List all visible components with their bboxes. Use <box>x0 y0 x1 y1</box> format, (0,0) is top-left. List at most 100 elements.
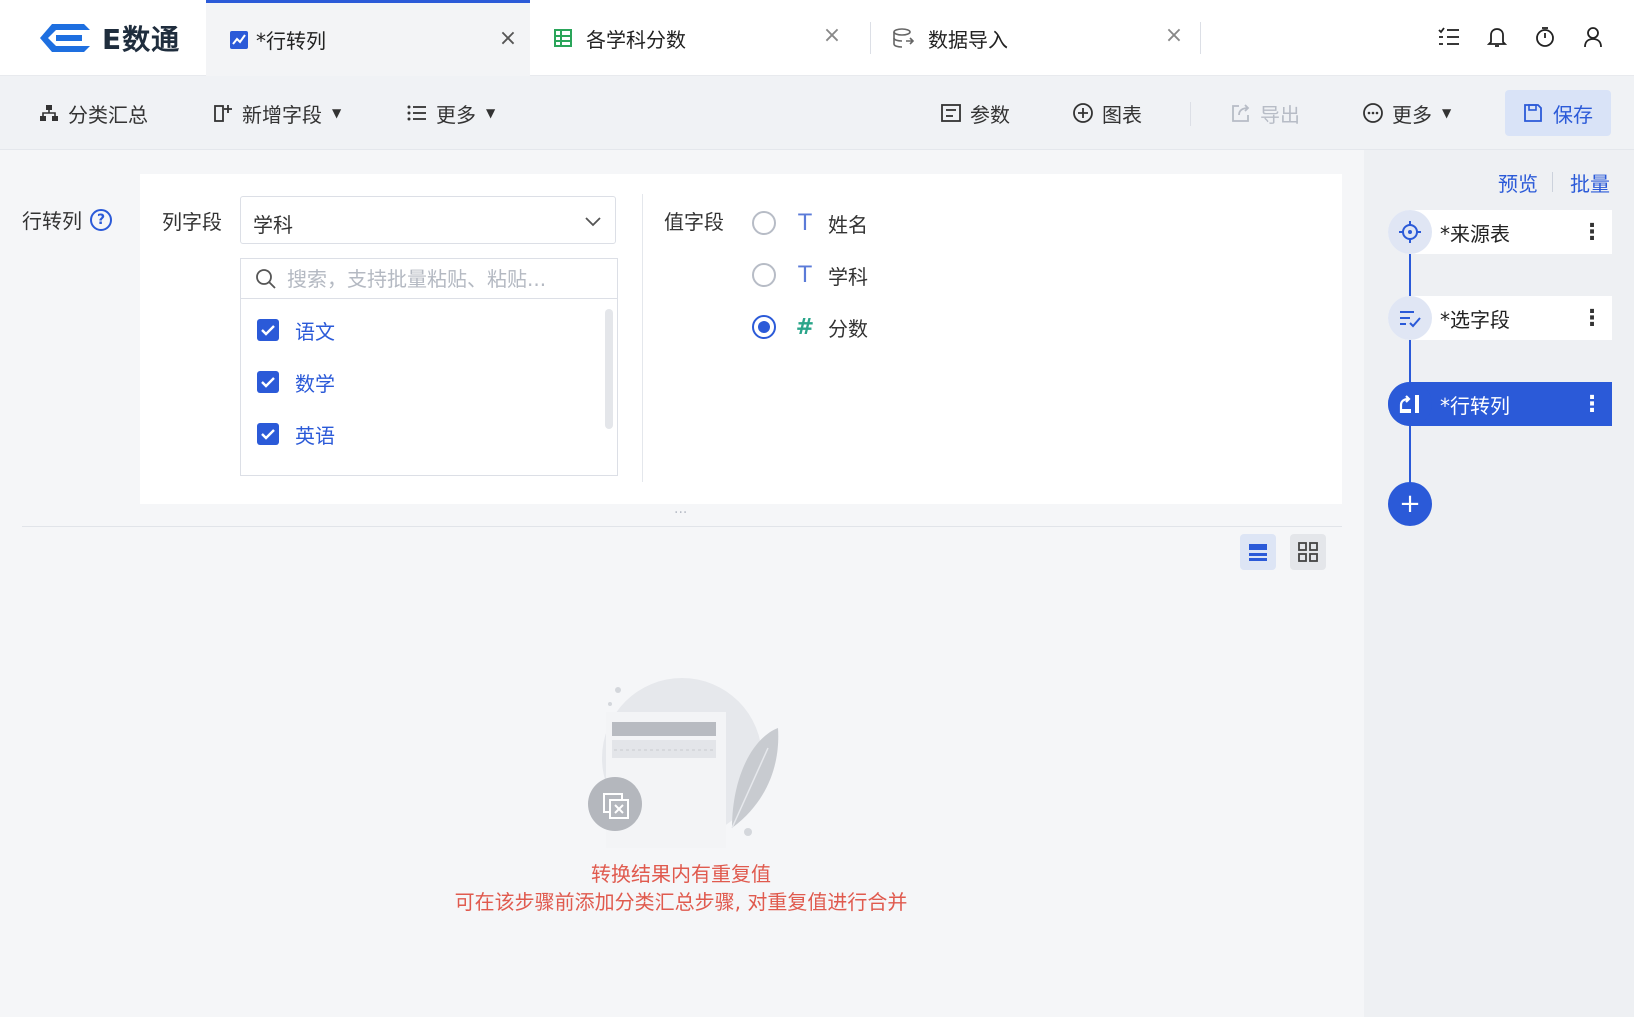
pivot-icon <box>1388 382 1432 426</box>
more-vertical-icon[interactable]: ⋮ <box>1580 220 1604 245</box>
radio-button[interactable] <box>752 211 776 235</box>
logo-text: E数通 <box>102 23 181 56</box>
empty-state-line-2: 可在该步骤前添加分类汇总步骤, 对重复值进行合并 <box>454 890 908 914</box>
column-values-dropdown: 语文 数学 英语 <box>240 258 618 476</box>
grid-view-button[interactable] <box>1290 534 1326 570</box>
chart-label: 图表 <box>1102 102 1142 127</box>
timer-icon[interactable] <box>1532 24 1558 50</box>
toolbar-divider <box>1190 102 1191 126</box>
step-title: 行转列 ? <box>22 205 112 234</box>
group-summary-label: 分类汇总 <box>68 102 148 127</box>
value-field-option[interactable]: T 学科 <box>752 260 868 290</box>
checkbox-checked-icon[interactable] <box>257 371 279 393</box>
step-select-fields[interactable]: *选字段 ⋮ <box>1388 296 1612 340</box>
value-search <box>241 259 617 299</box>
app-logo[interactable]: E数通 <box>34 18 194 58</box>
option-label: 语文 <box>295 319 335 344</box>
text-type-icon: T <box>798 262 812 288</box>
scrollbar[interactable] <box>605 309 613 429</box>
tab-divider <box>870 22 871 54</box>
toolbar: 分类汇总 新增字段 ▼ 更多 ▼ 参数 图表 导出 更多 ▼ 保存 <box>0 76 1634 150</box>
checkbox-checked-icon[interactable] <box>257 423 279 445</box>
preview-link[interactable]: 预览 <box>1498 168 1538 197</box>
tab-divider <box>1200 22 1201 54</box>
panel-splitter[interactable] <box>22 526 1342 527</box>
value-field-name: 学科 <box>828 264 868 289</box>
empty-data-illustration <box>588 678 779 848</box>
table-icon <box>552 27 574 49</box>
column-field-label: 列字段 <box>162 210 222 234</box>
hierarchy-icon <box>38 102 60 124</box>
checkbox-checked-icon[interactable] <box>257 319 279 341</box>
tab-data-import[interactable]: 数据导入 × <box>872 0 1196 76</box>
radio-button[interactable] <box>752 263 776 287</box>
save-button[interactable]: 保存 <box>1505 90 1611 136</box>
value-field-label: 值字段 <box>664 210 724 234</box>
top-bar: E数通 *行转列 × 各学科分数 × 数据导入 × <box>0 0 1634 76</box>
export-icon <box>1230 102 1252 124</box>
line-chart-icon <box>228 29 250 51</box>
crosshair-icon <box>1388 210 1432 254</box>
caret-down-icon: ▼ <box>332 106 342 120</box>
batch-link[interactable]: 批量 <box>1570 168 1610 197</box>
group-summary-button[interactable]: 分类汇总 <box>38 97 148 129</box>
tab-subject-scores[interactable]: 各学科分数 × <box>530 0 854 76</box>
add-step-button[interactable]: + <box>1388 482 1432 526</box>
panel-divider <box>642 194 643 482</box>
more-vertical-icon[interactable]: ⋮ <box>1580 306 1604 331</box>
column-field-select[interactable]: 学科 <box>240 196 616 244</box>
step-row-to-column[interactable]: *行转列 ⋮ <box>1388 382 1612 426</box>
user-icon[interactable] <box>1580 24 1606 50</box>
task-list-icon[interactable] <box>1436 24 1462 50</box>
more-menu-left[interactable]: 更多 ▼ <box>406 97 495 129</box>
resize-handle[interactable]: ··· <box>674 505 687 521</box>
select-fields-icon <box>1388 296 1432 340</box>
more-vertical-icon[interactable]: ⋮ <box>1580 392 1604 417</box>
option-item[interactable]: 数学 <box>257 367 335 397</box>
option-label: 数学 <box>295 371 335 396</box>
list-icon <box>406 102 428 124</box>
tab-label: 数据导入 <box>928 27 1008 52</box>
caret-down-icon: ▼ <box>486 106 496 120</box>
tab-label: *行转列 <box>256 29 326 53</box>
tab-row-to-column[interactable]: *行转列 × <box>206 0 530 76</box>
column-field-value: 学科 <box>253 213 293 237</box>
step-title-text: 行转列 <box>22 209 82 233</box>
top-icon-bar <box>1436 24 1606 50</box>
add-field-label: 新增字段 <box>242 102 322 127</box>
option-item[interactable]: 语文 <box>257 315 335 345</box>
caret-down-icon: ▼ <box>1442 106 1452 120</box>
plus-circle-icon <box>1072 102 1094 124</box>
params-button[interactable]: 参数 <box>940 97 1010 129</box>
help-icon[interactable]: ? <box>90 208 112 231</box>
chevron-down-icon <box>585 217 601 227</box>
steps-sidebar: 预览 批量 *来源表 ⋮ *选字段 ⋮ *行转列 ⋮ + <box>1364 150 1634 1017</box>
empty-state-message: 转换结果内有重复值 可在该步骤前添加分类汇总步骤, 对重复值进行合并 <box>340 860 1022 916</box>
more-menu-right[interactable]: 更多 ▼ <box>1362 97 1451 129</box>
table-view-icon <box>1249 544 1267 561</box>
close-icon[interactable]: × <box>1162 24 1186 48</box>
database-icon <box>892 27 914 49</box>
chart-button[interactable]: 图表 <box>1072 97 1142 129</box>
option-item[interactable]: 英语 <box>257 419 335 449</box>
save-icon <box>1523 103 1543 123</box>
option-label: 英语 <box>295 423 335 448</box>
value-field-option[interactable]: # 分数 <box>752 312 868 342</box>
table-view-button[interactable] <box>1240 534 1276 570</box>
close-icon[interactable]: × <box>496 27 520 51</box>
export-button[interactable]: 导出 <box>1230 97 1300 129</box>
add-field-button[interactable]: 新增字段 ▼ <box>212 97 341 129</box>
value-field-name: 姓名 <box>828 212 868 237</box>
empty-state-line-1: 转换结果内有重复值 <box>591 862 771 886</box>
value-field-option[interactable]: T 姓名 <box>752 208 868 238</box>
close-icon[interactable]: × <box>820 24 844 48</box>
more-label: 更多 <box>1392 102 1432 127</box>
text-type-icon: T <box>798 210 812 236</box>
bell-icon[interactable] <box>1484 24 1510 50</box>
step-source-table[interactable]: *来源表 ⋮ <box>1388 210 1612 254</box>
config-panel: 列字段 学科 语文 数学 英语 值字段 T 姓名 T 学科 <box>140 174 1342 504</box>
radio-button-selected[interactable] <box>752 315 776 339</box>
sidebar-link-divider <box>1552 172 1553 192</box>
grid-view-icon <box>1298 542 1318 562</box>
search-input[interactable] <box>287 266 587 291</box>
